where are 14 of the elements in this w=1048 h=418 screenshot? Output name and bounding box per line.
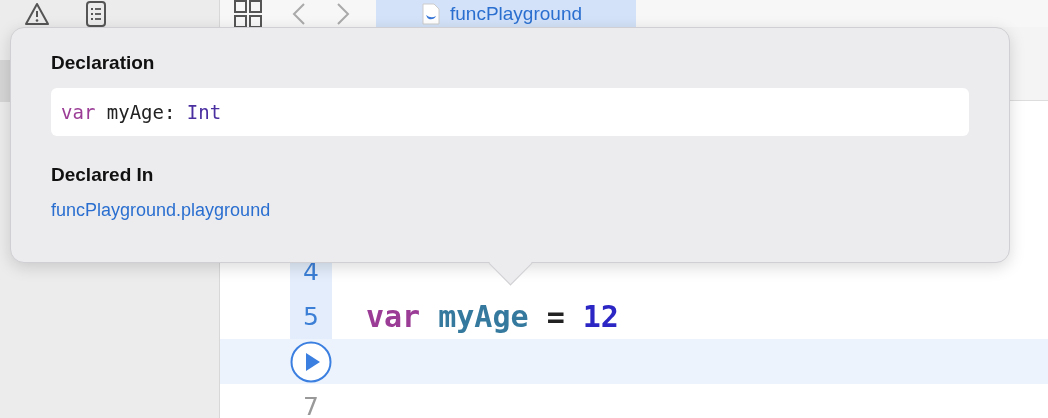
swift-file-icon (422, 2, 440, 25)
file-link[interactable]: funcPlayground.playground (51, 200, 271, 221)
section-heading: Declaration (51, 52, 155, 74)
section-heading: Declared In (51, 164, 154, 186)
run-button[interactable] (290, 340, 332, 383)
line-number: 7 (303, 394, 319, 418)
file-tab[interactable]: funcPlayground (376, 0, 636, 27)
code-line: var myAge = 12 (366, 299, 619, 334)
grid-icon[interactable] (234, 0, 262, 28)
warning-icon[interactable] (24, 1, 50, 26)
list-icon[interactable] (86, 0, 106, 27)
line-number: 5 (303, 304, 319, 329)
declaration-code: var myAge: Int (51, 88, 969, 136)
line-number: 4 (303, 259, 319, 284)
